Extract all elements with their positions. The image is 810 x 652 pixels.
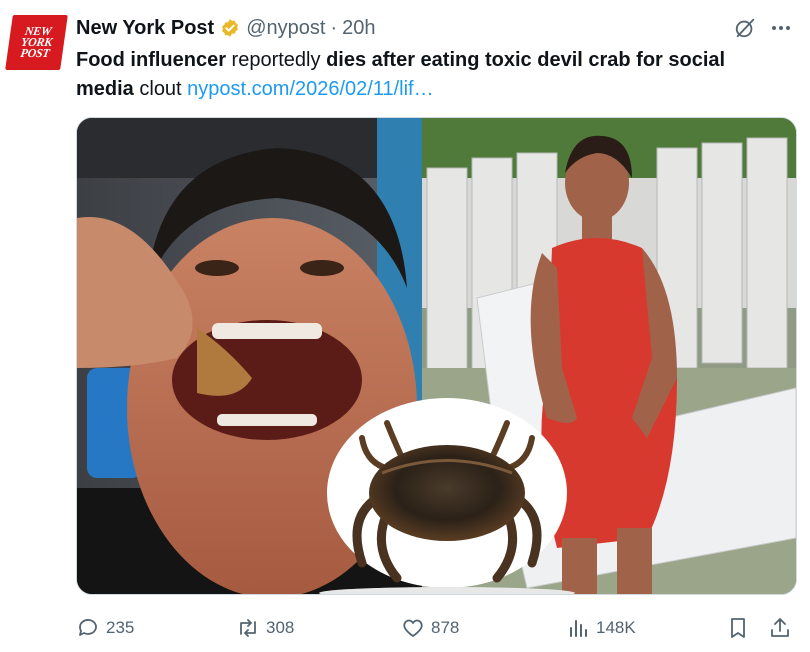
share-icon	[771, 618, 789, 637]
reply-icon	[79, 619, 97, 636]
account-name[interactable]: New York Post	[76, 17, 214, 40]
verified-icon[interactable]	[220, 18, 240, 38]
tweet-media[interactable]	[76, 117, 797, 595]
more-icon[interactable]	[769, 16, 793, 40]
like-count: 878	[431, 618, 460, 637]
bookmark-icon	[731, 618, 745, 638]
text-bold-1: Food influencer	[76, 49, 226, 71]
text-normal-1: reportedly	[226, 49, 327, 71]
like-icon	[403, 619, 423, 637]
tweet-header: New York Post @nypost · 20h	[76, 16, 375, 40]
repost-count: 308	[266, 618, 295, 637]
tweet-text: Food influencer reportedly dies after ea…	[76, 46, 786, 104]
views-icon	[570, 620, 587, 637]
grok-icon[interactable]	[734, 17, 756, 39]
bookmark-button[interactable]	[726, 612, 756, 644]
reply-button[interactable]: 235	[76, 612, 134, 644]
like-button[interactable]: 878	[401, 612, 459, 644]
separator-dot: ·	[330, 16, 338, 39]
repost-button[interactable]: 308	[236, 612, 294, 644]
views-button[interactable]: 148K	[566, 612, 636, 644]
article-link[interactable]: nypost.com/2026/02/11/lif…	[187, 78, 433, 100]
logo-line-3: POST	[19, 46, 51, 60]
action-bar: 235 308 878 148K	[76, 612, 796, 644]
avatar[interactable]: NEW YORK POST	[5, 15, 68, 70]
views-count: 148K	[596, 618, 636, 637]
timestamp[interactable]: 20h	[342, 17, 375, 40]
media-composite-image	[77, 118, 796, 594]
text-normal-2: clout	[133, 78, 188, 100]
share-button[interactable]	[768, 612, 798, 644]
account-handle[interactable]: @nypost	[246, 17, 325, 40]
repost-icon	[240, 619, 256, 637]
reply-count: 235	[106, 618, 135, 637]
